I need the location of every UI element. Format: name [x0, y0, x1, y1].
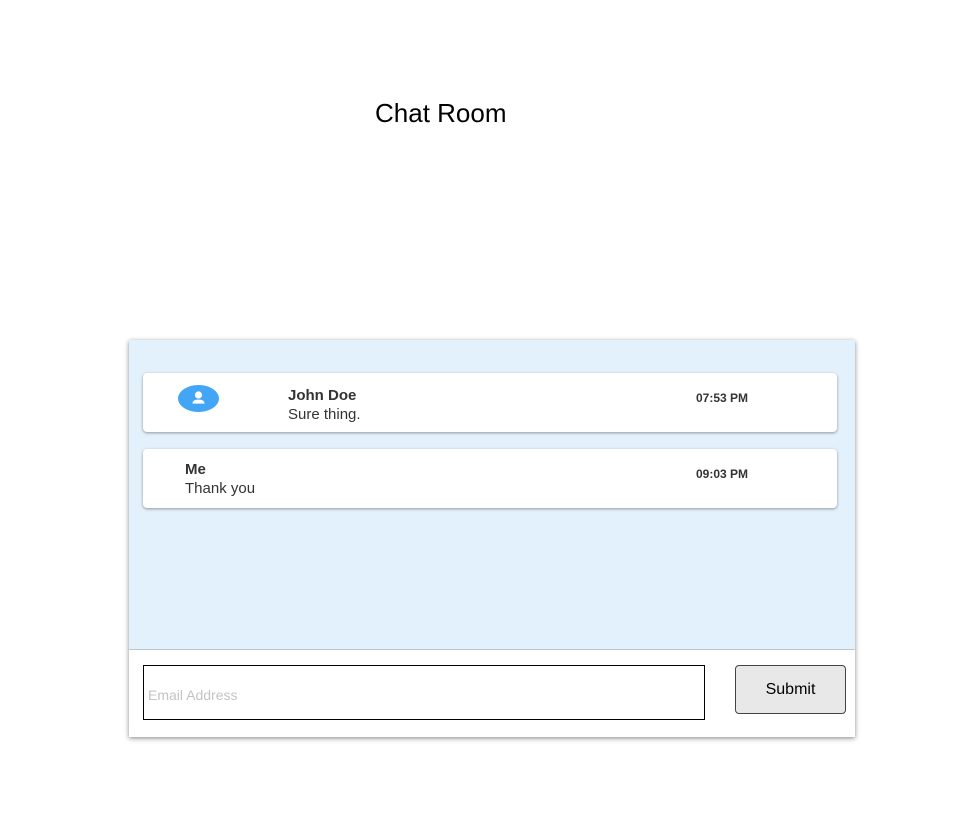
person-icon [192, 391, 205, 404]
page-title: Chat Room [375, 98, 507, 128]
email-input[interactable] [143, 665, 705, 720]
chat-panel: John Doe Sure thing. 07:53 PM Me Thank y… [129, 340, 855, 737]
submit-button[interactable]: Submit [735, 665, 846, 714]
message-composer: Submit [129, 650, 855, 737]
message-text: Sure thing. [288, 406, 361, 423]
message-time: 09:03 PM [696, 467, 749, 481]
message-sender: John Doe [288, 387, 357, 404]
message-item: John Doe Sure thing. 07:53 PM [143, 373, 837, 432]
message-sender: Me [185, 461, 206, 478]
message-item: Me Thank you 09:03 PM [143, 449, 837, 508]
message-time: 07:53 PM [696, 391, 749, 405]
chat-page: Chat Room John Doe Sure thing. 07:53 PM … [0, 0, 955, 813]
message-text: Thank you [185, 480, 256, 497]
avatar [178, 385, 219, 412]
message-list[interactable]: John Doe Sure thing. 07:53 PM Me Thank y… [129, 340, 855, 650]
